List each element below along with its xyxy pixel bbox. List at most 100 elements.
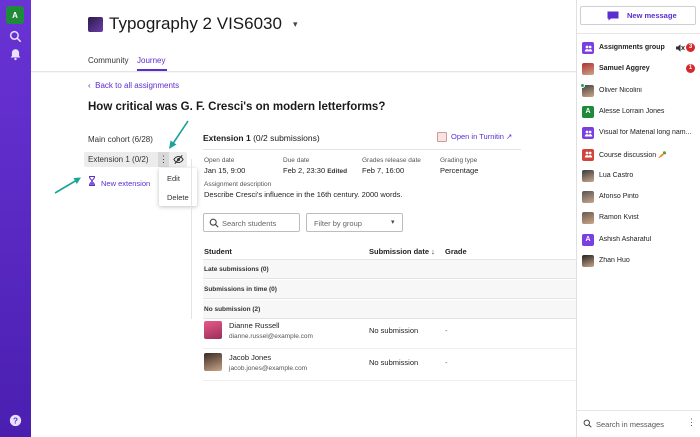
course-image bbox=[88, 17, 103, 32]
student-name: Dianne Russell bbox=[229, 321, 280, 330]
conversation-item[interactable]: Zhan Huo bbox=[582, 255, 700, 269]
search-students[interactable] bbox=[203, 213, 300, 232]
conversation-name: Afonso Pinto bbox=[599, 193, 639, 201]
help-icon[interactable]: ? bbox=[9, 414, 22, 427]
conversation-item[interactable]: A Ashish Asharaful bbox=[582, 233, 700, 248]
chat-search-input[interactable] bbox=[596, 418, 682, 430]
group-icon bbox=[582, 148, 594, 161]
column-header-submission-date[interactable]: Submission date ↓ bbox=[369, 247, 435, 256]
divider bbox=[577, 410, 700, 411]
open-turnitin-link[interactable]: Open in Turnitin ↗ bbox=[437, 132, 513, 143]
search-icon bbox=[583, 419, 592, 428]
search-icon[interactable] bbox=[9, 30, 22, 43]
online-indicator bbox=[580, 82, 585, 88]
submission-status: No submission bbox=[369, 358, 419, 367]
filter-by-group-select[interactable]: Filter by group ▾ bbox=[306, 213, 403, 232]
edited-tag: Edited bbox=[327, 168, 348, 175]
active-tab-indicator bbox=[137, 69, 167, 71]
grading-type: Grading type Percentage bbox=[440, 157, 479, 175]
app-rail: A ? bbox=[0, 0, 31, 437]
new-message-button[interactable]: New message bbox=[580, 6, 696, 25]
conversation-name: Zhan Huo bbox=[599, 257, 630, 264]
annotation-arrow-icon bbox=[169, 120, 189, 149]
column-header-student[interactable]: Student bbox=[204, 247, 232, 256]
table-row[interactable]: Jacob Jones jacob.jones@example.com No s… bbox=[203, 349, 576, 381]
unread-badge: 3 bbox=[686, 43, 695, 52]
section-on-time: Submissions in time (0) bbox=[203, 280, 576, 299]
more-vertical-icon[interactable]: ⋮ bbox=[158, 152, 169, 167]
grade-value: - bbox=[445, 326, 448, 335]
course-title[interactable]: Typography 2 VIS6030 bbox=[109, 14, 282, 34]
conversation-name: Alesse Lorrain Jones bbox=[599, 107, 665, 115]
chevron-down-icon[interactable]: ▾ bbox=[293, 19, 298, 30]
student-name: Jacob Jones bbox=[229, 353, 272, 362]
column-header-grade[interactable]: Grade bbox=[445, 247, 467, 256]
hourglass-icon bbox=[88, 176, 96, 188]
group-icon bbox=[582, 42, 594, 54]
tab-community[interactable]: Community bbox=[88, 56, 128, 65]
conversation-item[interactable]: Ramon Kvist bbox=[582, 212, 700, 226]
extension-label: Extension 1 (0/2) bbox=[88, 155, 149, 164]
grade-value: - bbox=[445, 358, 448, 367]
conversation-name: Visual for Material long nam... bbox=[599, 129, 692, 137]
menu-item-delete[interactable]: Delete bbox=[167, 193, 189, 202]
avatar bbox=[582, 255, 594, 267]
conversation-name: Ashish Asharaful bbox=[599, 235, 652, 243]
search-students-input[interactable] bbox=[222, 217, 298, 229]
avatar: A bbox=[582, 233, 594, 246]
new-message-label: New message bbox=[627, 11, 677, 20]
back-link[interactable]: ‹ Back to all assignments bbox=[88, 81, 179, 90]
message-icon bbox=[607, 11, 619, 21]
student-email: jacob.jones@example.com bbox=[229, 365, 308, 372]
conversation-name: Samuel Aggrey bbox=[599, 65, 650, 73]
panel-title: Extension 1 (0/2 submissions) bbox=[203, 133, 320, 143]
more-vertical-icon[interactable]: ⋮ bbox=[687, 417, 696, 428]
divider bbox=[577, 33, 700, 34]
conversation-name: Lua Castro bbox=[599, 171, 634, 179]
menu-item-edit[interactable]: Edit bbox=[167, 174, 180, 183]
conversation-item[interactable]: Visual for Material long nam... bbox=[582, 127, 700, 141]
course-header: Typography 2 VIS6030 ▾ Community Journey bbox=[31, 0, 576, 72]
conversation-item[interactable]: Oliver Nicolini bbox=[580, 82, 700, 99]
section-late: Late submissions (0) bbox=[203, 260, 576, 279]
main-area: Typography 2 VIS6030 ▾ Community Journey… bbox=[31, 0, 576, 437]
avatar bbox=[582, 212, 594, 225]
search-icon bbox=[209, 218, 219, 228]
new-extension-button[interactable]: New extension bbox=[88, 176, 150, 188]
filter-placeholder: Filter by group bbox=[314, 219, 362, 228]
table-row[interactable]: Dianne Russell dianne.russel@example.com… bbox=[203, 317, 576, 349]
assignment-content: ‹ Back to all assignments How critical w… bbox=[31, 73, 576, 437]
eye-off-icon[interactable] bbox=[173, 154, 184, 165]
chat-search[interactable]: ⋮ bbox=[581, 417, 697, 431]
bell-icon[interactable] bbox=[9, 48, 22, 61]
turnitin-label: Open in Turnitin bbox=[451, 132, 504, 141]
avatar bbox=[204, 353, 222, 371]
conversation-item[interactable]: Samuel Aggrey 1 bbox=[582, 63, 700, 77]
svg-text:?: ? bbox=[13, 416, 18, 425]
annotation-arrow-icon bbox=[54, 177, 81, 194]
avatar bbox=[582, 169, 594, 182]
avatar bbox=[582, 191, 594, 204]
grades-release-date: Grades release date Feb 7, 16:00 bbox=[362, 157, 421, 175]
tab-journey[interactable]: Journey bbox=[137, 56, 165, 65]
conversation-name: Course discussion 🥕 bbox=[599, 151, 667, 159]
description-label: Assignment description bbox=[204, 181, 272, 188]
panel-divider bbox=[191, 159, 192, 319]
open-date: Open date Jan 15, 9:00 bbox=[204, 157, 246, 175]
conversation-item[interactable]: A Alesse Lorrain Jones bbox=[582, 105, 700, 120]
user-avatar[interactable]: A bbox=[6, 6, 24, 24]
cohort-item-main[interactable]: Main cohort (6/28) bbox=[88, 135, 153, 144]
new-extension-label: New extension bbox=[101, 179, 151, 188]
turnitin-icon bbox=[437, 132, 447, 143]
conversation-name: Oliver Nicolini bbox=[599, 86, 642, 94]
external-link-icon: ↗ bbox=[506, 132, 513, 141]
conversation-item[interactable]: Course discussion 🥕 bbox=[582, 148, 700, 163]
cohort-item-extension[interactable]: Extension 1 (0/2) ⋮ bbox=[84, 152, 187, 167]
conversation-item[interactable]: Lua Castro bbox=[582, 169, 700, 184]
conversation-name: Ramon Kvist bbox=[599, 214, 639, 222]
chat-sidebar: New message Assignments group 3 Samuel Agg… bbox=[576, 0, 700, 437]
due-date: Due date Feb 2, 23:30 Edited bbox=[283, 157, 348, 175]
student-email: dianne.russel@example.com bbox=[229, 333, 313, 340]
conversation-item[interactable]: Afonso Pinto bbox=[582, 191, 700, 205]
conversation-item[interactable]: Assignments group 3 bbox=[582, 42, 700, 56]
